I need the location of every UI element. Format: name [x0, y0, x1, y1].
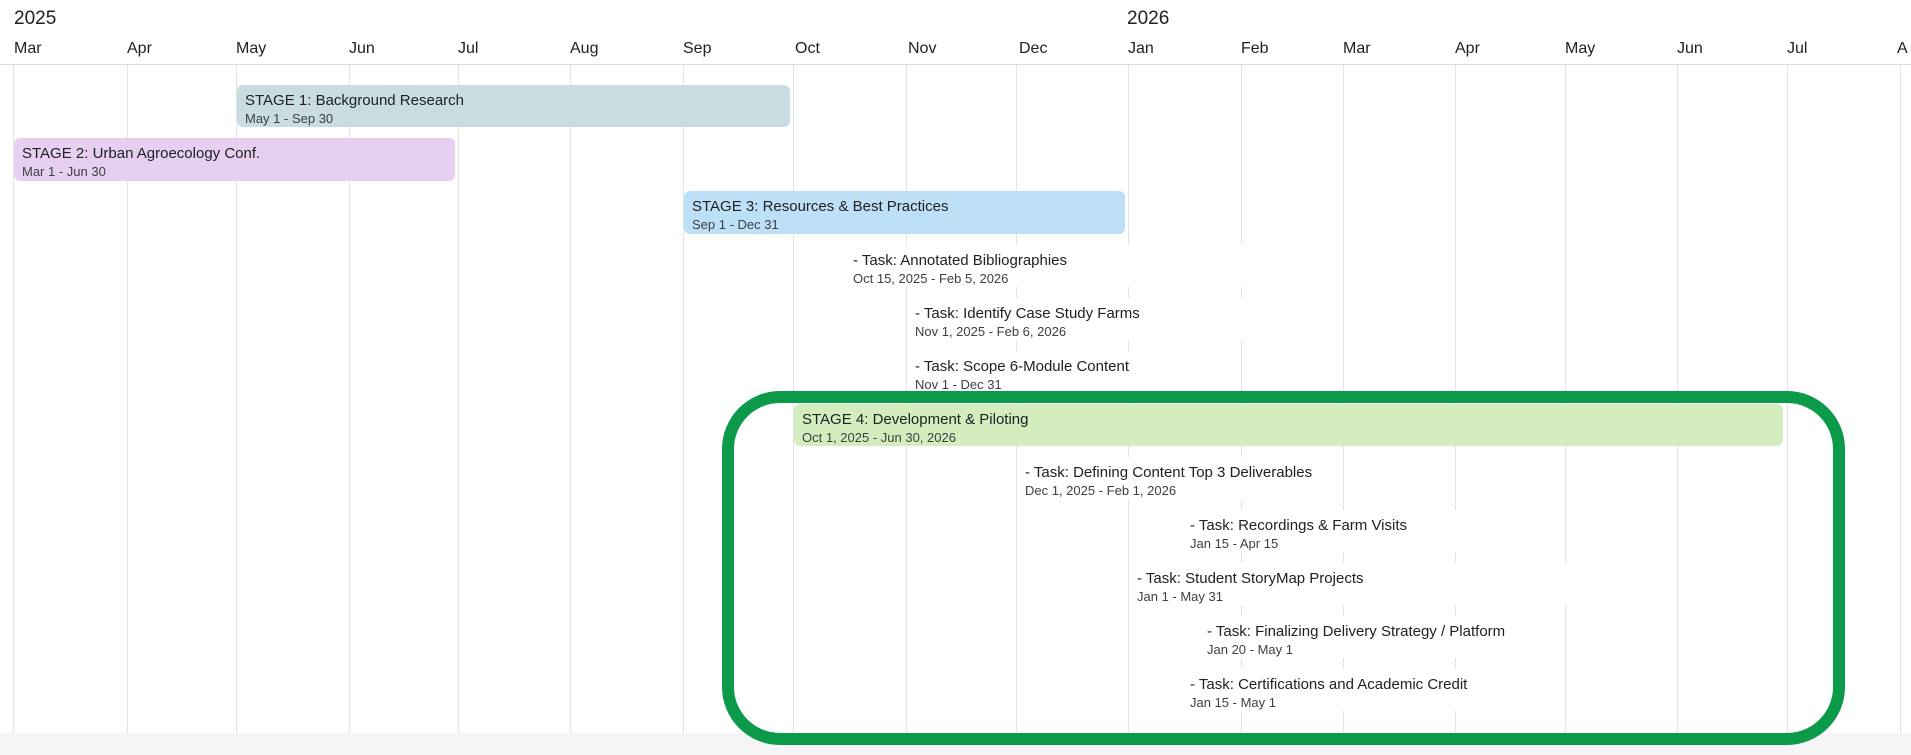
bar-title: - Task: Finalizing Delivery Strategy / P…	[1207, 623, 1506, 640]
month-label: Dec	[1019, 40, 1048, 57]
bar-title: STAGE 1: Background Research	[245, 92, 464, 109]
bar-title: - Task: Identify Case Study Farms	[915, 305, 1140, 322]
year-label-2026: 2026	[1127, 8, 1170, 29]
bar-date-range: Nov 1, 2025 - Feb 6, 2026	[915, 324, 1067, 339]
month-label: Sep	[683, 40, 712, 57]
stage-bar[interactable]: STAGE 4: Development & Piloting Oct 1, 20…	[794, 404, 1783, 446]
gantt-timeline: 2025 2026 Mar Apr May Jun Jul Aug Sep Oct Nov Dec…	[0, 0, 1911, 755]
month-gridline	[906, 65, 907, 733]
bar-date-range: Mar 1 - Jun 30	[22, 164, 106, 179]
bar-date-range: Sep 1 - Dec 31	[692, 217, 779, 232]
bar-title: STAGE 2: Urban Agroecology Conf.	[22, 145, 261, 162]
month-label: Aug	[570, 40, 599, 57]
month-gridline	[1787, 65, 1788, 733]
month-gridline	[793, 65, 794, 733]
month-label: Jul	[458, 40, 479, 57]
task-bar[interactable]: - Task: Annotated Bibliographies Oct 15, …	[845, 245, 1255, 287]
year-label-2025: 2025	[14, 8, 57, 29]
bar-title: STAGE 4: Development & Piloting	[802, 411, 1029, 428]
stage-bar[interactable]: STAGE 1: Background Research May 1 - Sep …	[237, 85, 790, 127]
month-label: Jan	[1128, 40, 1154, 57]
month-gridline	[1900, 65, 1901, 733]
task-bar[interactable]: - Task: Identify Case Study Farms Nov 1, …	[907, 298, 1257, 340]
bar-date-range: Oct 1, 2025 - Jun 30, 2026	[802, 430, 956, 445]
month-label: May	[236, 40, 267, 57]
task-bar[interactable]: - Task: Defining Content Top 3 Deliverab…	[1017, 457, 1337, 499]
task-bar[interactable]: - Task: Recordings & Farm Visits Jan 15 -…	[1182, 510, 1507, 552]
bar-date-range: Jan 15 - Apr 15	[1190, 536, 1279, 551]
bar-date-range: Jan 20 - May 1	[1207, 642, 1293, 657]
month-gridline	[458, 65, 459, 733]
bar-date-range: Jan 15 - May 1	[1190, 695, 1276, 710]
month-label: Apr	[1455, 40, 1480, 57]
bar-date-range: Dec 1, 2025 - Feb 1, 2026	[1025, 483, 1177, 498]
task-bar[interactable]: - Task: Certifications and Academic Cred…	[1182, 669, 1564, 711]
bar-title: - Task: Recordings & Farm Visits	[1190, 517, 1408, 534]
bar-date-range: Nov 1 - Dec 31	[915, 377, 1002, 391]
stage-bar[interactable]: STAGE 3: Resources & Best Practices Sep 1…	[684, 191, 1125, 234]
month-gridline	[1565, 65, 1566, 733]
header-divider	[0, 64, 1911, 65]
bar-date-range: Oct 15, 2025 - Feb 5, 2026	[853, 271, 1009, 286]
month-gridline	[683, 65, 684, 733]
month-gridline	[1016, 65, 1017, 733]
month-gridline	[1677, 65, 1678, 733]
bar-title: - Task: Certifications and Academic Cred…	[1190, 676, 1468, 693]
month-label: Mar	[1343, 40, 1371, 57]
month-label: Jun	[349, 40, 375, 57]
bar-date-range: Jan 1 - May 31	[1137, 589, 1223, 604]
bar-title: - Task: Scope 6-Module Content	[915, 358, 1130, 375]
stage-bar[interactable]: STAGE 2: Urban Agroecology Conf. Mar 1 - …	[14, 138, 455, 181]
month-label: Mar	[14, 40, 42, 57]
month-label: Jul	[1787, 40, 1808, 57]
month-gridline	[1128, 65, 1129, 733]
bar-title: - Task: Student StoryMap Projects	[1137, 570, 1364, 587]
month-label: Feb	[1241, 40, 1269, 57]
month-label: Apr	[127, 40, 152, 57]
bar-date-range: May 1 - Sep 30	[245, 111, 334, 126]
month-label: Oct	[795, 40, 820, 57]
task-bar[interactable]: - Task: Scope 6-Module Content Nov 1 - De…	[907, 351, 1147, 391]
bar-title: - Task: Annotated Bibliographies	[853, 252, 1068, 269]
task-bar[interactable]: - Task: Student StoryMap Projects Jan 1 -…	[1129, 563, 1674, 605]
bar-title: STAGE 3: Resources & Best Practices	[692, 198, 949, 215]
month-gridline	[570, 65, 571, 733]
month-label: A	[1897, 40, 1908, 57]
month-label: Jun	[1677, 40, 1703, 57]
task-bar[interactable]: - Task: Finalizing Delivery Strategy / P…	[1199, 616, 1564, 658]
month-label: May	[1565, 40, 1596, 57]
bar-title: - Task: Defining Content Top 3 Deliverab…	[1025, 464, 1313, 481]
month-label: Nov	[908, 40, 937, 57]
scroll-footer	[0, 733, 1911, 755]
